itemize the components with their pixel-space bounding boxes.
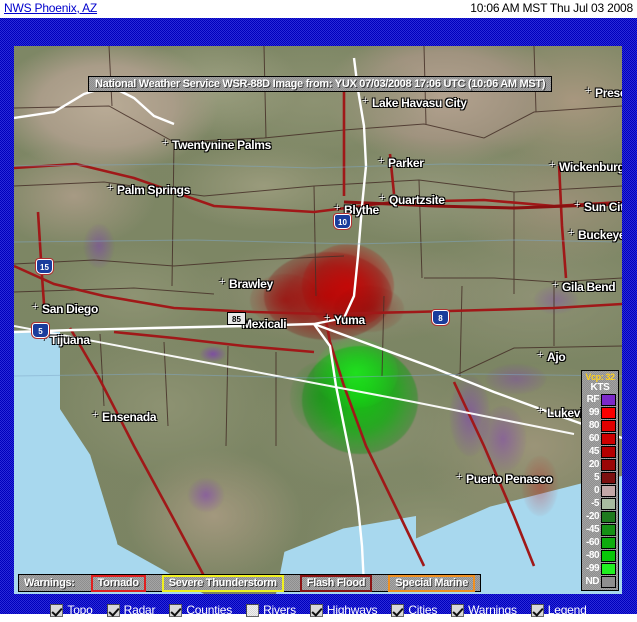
legend-color-swatch <box>601 419 616 432</box>
legend-row: 60 <box>584 432 616 445</box>
nws-office-link[interactable]: NWS Phoenix, AZ <box>4 1 97 15</box>
warnings-bar: Warnings: Tornado Severe Thunderstorm Flas… <box>18 574 482 592</box>
legend-row: 20 <box>584 458 616 471</box>
legend-value: 20 <box>588 459 600 470</box>
legend-row: 80 <box>584 419 616 432</box>
warnings-label: Warnings: <box>24 577 75 589</box>
map-title-banner: National Weather Service WSR-88D Image f… <box>88 76 553 92</box>
layer-toggle-topo[interactable]: Topo <box>50 603 93 617</box>
checkbox-icon[interactable] <box>309 603 323 617</box>
legend-value: -99 <box>586 563 599 574</box>
checkbox-icon[interactable] <box>106 603 120 617</box>
warning-buttons-group: Tornado Severe Thunderstorm Flash Flood Spe… <box>90 574 476 592</box>
legend-row: -99 <box>584 562 616 575</box>
legend-value: 60 <box>588 433 600 444</box>
layer-toggle-label: Counties <box>186 603 233 617</box>
checkbox-icon[interactable] <box>169 603 183 617</box>
legend-row: -20 <box>584 510 616 523</box>
warning-button[interactable]: Tornado <box>90 574 146 592</box>
checkbox-icon[interactable] <box>50 603 64 617</box>
legend-color-swatch <box>601 471 616 484</box>
legend-value: 45 <box>588 446 600 457</box>
legend-value: -20 <box>586 511 599 522</box>
legend-color-swatch <box>601 445 616 458</box>
layer-toggle-label: Rivers <box>263 603 296 617</box>
layer-toggle-label: Warnings <box>468 603 517 617</box>
legend-row: 45 <box>584 445 616 458</box>
interstate-shield-icon: 15 <box>36 259 53 274</box>
legend-value: -5 <box>591 498 599 509</box>
legend-color-swatch <box>601 536 616 549</box>
legend-color-swatch <box>601 432 616 445</box>
layer-toggle-label: Topo <box>67 603 93 617</box>
legend-scale: RF 99 80 60 45 20 5 0 -5 -20 -45 -60 -80 -99 ND <box>584 393 616 588</box>
legend-row: 5 <box>584 471 616 484</box>
radar-frame: National Weather Service WSR-88D Image f… <box>0 18 637 617</box>
us-route-shield-icon: 85 <box>227 312 246 325</box>
legend-color-swatch <box>601 575 616 588</box>
legend-value: 99 <box>588 407 600 418</box>
legend-value: -80 <box>586 550 599 561</box>
warning-button[interactable]: Special Marine <box>388 574 476 592</box>
layer-toggle-highways[interactable]: Highways <box>309 603 378 617</box>
legend-color-swatch <box>601 562 616 575</box>
layer-toggle-label: Radar <box>123 603 156 617</box>
page-header: NWS Phoenix, AZ 10:06 AM MST Thu Jul 03 … <box>0 0 637 18</box>
checkbox-icon[interactable] <box>451 603 465 617</box>
legend-row: RF <box>584 393 616 406</box>
legend-value: -45 <box>586 524 599 535</box>
legend-row: -5 <box>584 497 616 510</box>
velocity-legend: Vcp: 32 KTS RF 99 80 60 45 20 5 0 -5 -20 -45 -60 -80… <box>581 370 619 591</box>
header-timestamp: 10:06 AM MST Thu Jul 03 2008 <box>470 1 633 15</box>
legend-value: 80 <box>588 420 600 431</box>
legend-row: -60 <box>584 536 616 549</box>
layer-toggle-radar[interactable]: Radar <box>106 603 156 617</box>
layer-toggle-counties[interactable]: Counties <box>169 603 232 617</box>
legend-color-swatch <box>601 393 616 406</box>
legend-color-swatch <box>601 484 616 497</box>
interstate-shield-icon: 8 <box>432 310 449 325</box>
checkbox-icon[interactable] <box>391 603 405 617</box>
radar-map[interactable]: National Weather Service WSR-88D Image f… <box>14 46 622 594</box>
layer-toggle-label: Legend <box>547 603 587 617</box>
legend-row: 99 <box>584 406 616 419</box>
checkbox-icon[interactable] <box>530 603 544 617</box>
checkbox-icon[interactable] <box>246 603 260 617</box>
layer-toggle-legend[interactable]: Legend <box>530 603 587 617</box>
legend-value: -60 <box>586 537 599 548</box>
interstate-shield-icon: 5 <box>32 323 49 338</box>
layer-toggle-label: Highways <box>326 603 378 617</box>
warning-button[interactable]: Severe Thunderstorm <box>161 574 284 592</box>
legend-unit-label: KTS <box>590 382 610 393</box>
legend-color-swatch <box>601 549 616 562</box>
layer-toggle-rivers[interactable]: Rivers <box>246 603 296 617</box>
legend-row: -80 <box>584 549 616 562</box>
legend-row: 0 <box>584 484 616 497</box>
legend-value: 0 <box>593 485 600 496</box>
layer-toggle-cities[interactable]: Cities <box>391 603 437 617</box>
layer-toggle-warnings[interactable]: Warnings <box>451 603 517 617</box>
legend-value: RF <box>586 394 600 405</box>
boundaries-layer <box>14 46 622 587</box>
legend-color-swatch <box>601 510 616 523</box>
interstate-shield-icon: 10 <box>334 214 351 229</box>
legend-value: ND <box>585 576 600 587</box>
legend-value: 5 <box>593 472 600 483</box>
legend-row: ND <box>584 575 616 588</box>
layer-toggle-label: Cities <box>408 603 438 617</box>
legend-vcp-label: Vcp: 32 <box>585 372 615 382</box>
legend-color-swatch <box>601 458 616 471</box>
legend-color-swatch <box>601 406 616 419</box>
warning-button[interactable]: Flash Flood <box>299 574 373 592</box>
layer-toggle-row: Topo Radar Counties Rivers Highways Cities War… <box>0 598 637 622</box>
legend-color-swatch <box>601 523 616 536</box>
legend-color-swatch <box>601 497 616 510</box>
legend-row: -45 <box>584 523 616 536</box>
